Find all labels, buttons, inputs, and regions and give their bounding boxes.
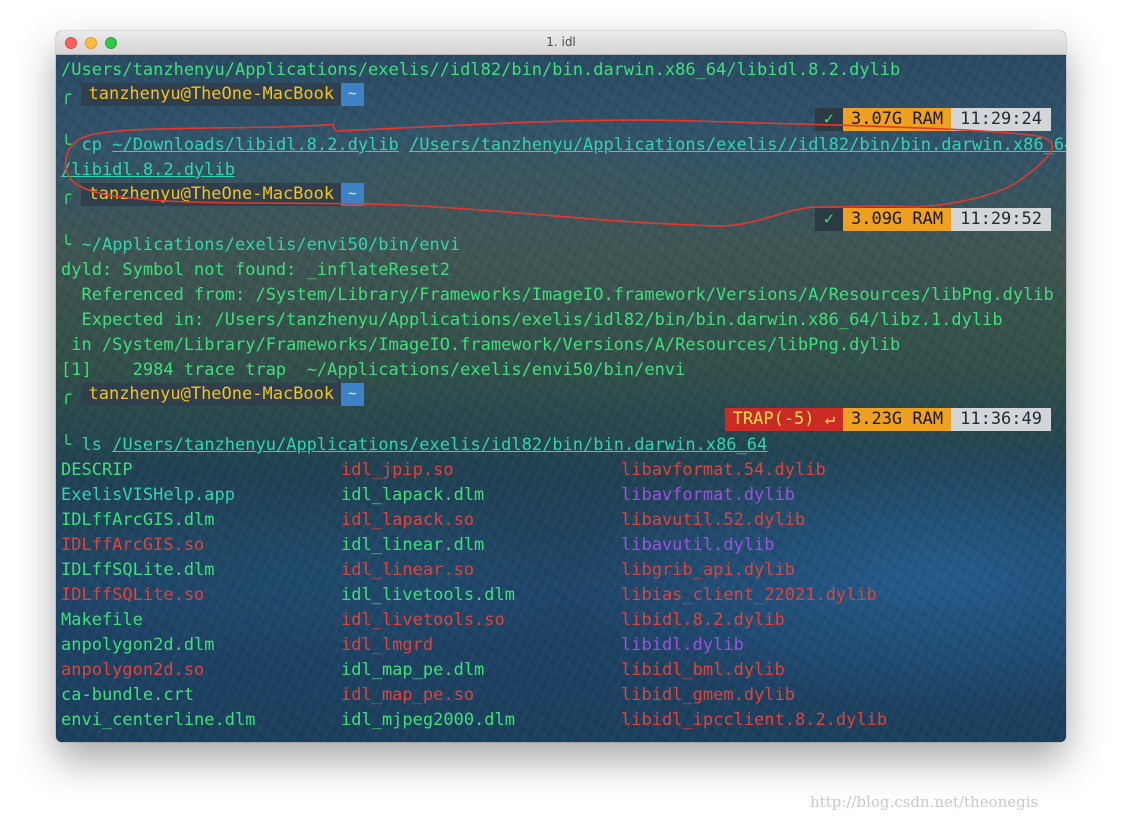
file-entry: libidl_bml.dylib [621,660,785,680]
file-entry: libidl.8.2.dylib [621,610,785,630]
file-entry: IDLffSQLite.so [61,585,205,605]
terminal-content[interactable]: /Users/tanzhenyu/Applications/exelis//id… [56,55,1066,742]
prompt-header: ╭ tanzhenyu@TheOne-MacBook ~ [61,83,364,108]
command-line: ╰ ~/Applications/exelis/envi50/bin/envi [61,235,461,255]
file-entry: ExelisVISHelp.app [61,485,235,505]
title-bar: 1. idl [56,31,1066,55]
output-line: in /System/Library/Frameworks/ImageIO.fr… [61,335,901,355]
status-ok: ✓ [814,208,843,231]
command: ls [81,435,102,455]
file-entry: libavutil.52.dylib [621,510,806,530]
command: ~/Applications/exelis/envi50/bin/envi [81,235,461,255]
prompt-header: ╭ tanzhenyu@TheOne-MacBook ~ [61,183,364,208]
output-line: dyld: Symbol not found: _inflateReset2 [61,260,450,280]
time-badge: 11:29:52 [951,208,1051,231]
file-entry: IDLffArcGIS.dlm [61,510,215,530]
output-line: /Users/tanzhenyu/Applications/exelis//id… [61,60,901,80]
command-arg: ~/Downloads/libidl.8.2.dylib [112,135,399,155]
output-line: Referenced from: /System/Library/Framewo… [61,285,1054,305]
file-entry: idl_map_pe.dlm [341,660,485,680]
file-entry: envi_centerline.dlm [61,710,256,730]
file-entry: idl_livetools.dlm [341,585,515,605]
ram-badge: 3.23G RAM [842,408,952,431]
output-line: [1] 2984 trace trap ~/Applications/exeli… [61,360,686,380]
status-ok: ✓ [814,108,843,131]
file-entry: libavformat.54.dylib [621,460,826,480]
command-line: ╰ ls /Users/tanzhenyu/Applications/exeli… [61,435,768,455]
listing-column-2: idl_jpip.so idl_lapack.dlm idl_lapack.soid… [341,458,515,733]
prompt-user: tanzhenyu@TheOne-MacBook [81,83,342,106]
file-entry: libidl.dylib [621,635,744,655]
file-entry: idl_lmgrd [341,635,434,655]
listing-column-1: DESCRIP ExelisVISHelp.app IDLffArcGIS.dlm I… [61,458,255,733]
prompt-user: tanzhenyu@TheOne-MacBook [81,383,342,406]
ram-badge: 3.07G RAM [842,108,952,131]
file-entry: libavutil.dylib [621,535,775,555]
file-entry: anpolygon2d.dlm [61,635,215,655]
prompt-user: tanzhenyu@TheOne-MacBook [81,183,342,206]
file-entry: idl_jpip.so [341,460,454,480]
status-trap: TRAP(-5) ↵ [724,408,843,431]
prompt-header: ╭ tanzhenyu@TheOne-MacBook ~ [61,383,364,408]
output-line: Expected in: /Users/tanzhenyu/Applicatio… [61,310,1003,330]
file-entry: libias_client_22021.dylib [621,585,877,605]
window-title: 1. idl [546,35,576,49]
command: cp [81,135,102,155]
prompt-dir: ~ [341,383,364,406]
command-line: ╰ cp ~/Downloads/libidl.8.2.dylib /Users… [61,133,1066,158]
file-entry: idl_mjpeg2000.dlm [341,710,515,730]
time-badge: 11:29:24 [951,108,1051,131]
listing-column-3: libavformat.54.dylib libavformat.dylib lib… [621,458,887,733]
right-prompt: TRAP(-5) ↵ 3.23G RAM 11:36:49 [724,408,1051,431]
prompt-dir: ~ [341,83,364,106]
command-arg: /Users/tanzhenyu/Applications/exelis//id… [409,135,1066,155]
file-entry: IDLffSQLite.dlm [61,560,215,580]
file-entry: libidl_gmem.dylib [621,685,795,705]
file-entry: libgrib_api.dylib [621,560,795,580]
command-arg: /Users/tanzhenyu/Applications/exelis/idl… [112,435,768,455]
ram-badge: 3.09G RAM [842,208,952,231]
prompt-dir: ~ [341,183,364,206]
file-entry: libavformat.dylib [621,485,795,505]
terminal-window: 1. idl /Users/tanzhenyu/Applications/exe… [56,31,1066,742]
file-entry: idl_lapack.so [341,510,475,530]
watermark: http://blog.csdn.net/theonegis [810,793,1039,811]
file-entry: Makefile [61,610,143,630]
file-entry: DESCRIP [61,460,133,480]
file-entry: IDLffArcGIS.so [61,535,205,555]
file-entry: ca-bundle.crt [61,685,195,705]
file-entry: libidl_ipcclient.8.2.dylib [621,710,888,730]
file-entry: idl_linear.so [341,560,475,580]
file-entry: idl_livetools.so [341,610,505,630]
file-entry: anpolygon2d.so [61,660,205,680]
file-entry: idl_map_pe.so [341,685,475,705]
time-badge: 11:36:49 [951,408,1051,431]
file-entry: idl_lapack.dlm [341,485,485,505]
right-prompt: ✓ 3.09G RAM 11:29:52 [814,208,1051,231]
right-prompt: ✓ 3.07G RAM 11:29:24 [814,108,1051,131]
file-entry: idl_linear.dlm [341,535,485,555]
command-arg-continued: /libidl.8.2.dylib [61,160,235,180]
